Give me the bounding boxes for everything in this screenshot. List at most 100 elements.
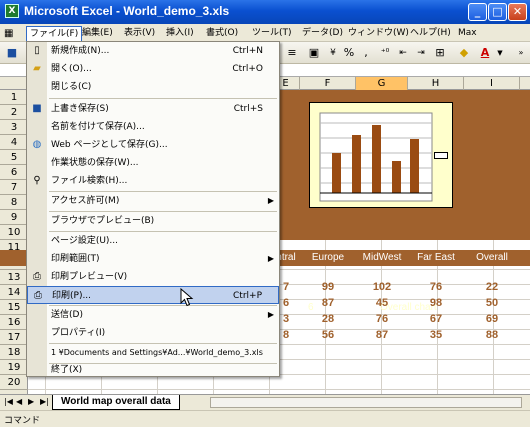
minimize-button[interactable]: _: [468, 3, 487, 21]
row-header[interactable]: 4: [0, 135, 28, 150]
menu-item-exit[interactable]: 終了(X): [27, 364, 279, 376]
menu-file[interactable]: ファイル(F): [26, 26, 83, 42]
row-header[interactable]: 15: [0, 300, 28, 315]
menu-format[interactable]: 書式(O): [206, 26, 238, 41]
menu-item-recent-file[interactable]: 1 ¥Documents and Settings¥Ad...¥World_de…: [27, 344, 279, 362]
row-header[interactable]: 6: [0, 165, 28, 180]
menu-item-save-as-web[interactable]: ◍ Web ページとして保存(G)...: [27, 136, 279, 154]
row-header[interactable]: 17: [0, 330, 28, 345]
fill-color-icon[interactable]: ◆: [456, 45, 472, 61]
table-cell[interactable]: 35: [408, 328, 464, 343]
font-color-dropdown-icon[interactable]: ▼: [496, 45, 504, 61]
font-color-button[interactable]: A: [478, 45, 492, 61]
row-header[interactable]: 5: [0, 150, 28, 165]
table-cell[interactable]: 69: [464, 312, 520, 327]
increase-indent-icon[interactable]: ⇥: [414, 45, 428, 61]
row-header[interactable]: 19: [0, 360, 28, 375]
menu-edit[interactable]: 編集(E): [82, 26, 113, 41]
borders-icon[interactable]: ⊞: [432, 45, 448, 61]
last-sheet-icon[interactable]: ▶|: [40, 397, 49, 406]
comma-button[interactable]: ,: [360, 45, 372, 61]
menu-item-properties[interactable]: プロパティ(I): [27, 324, 279, 342]
menu-item-new[interactable]: ▯ 新規作成(N)... Ctrl+N: [27, 42, 279, 60]
menu-view[interactable]: 表示(V): [124, 26, 155, 41]
horizontal-scrollbar[interactable]: [210, 397, 522, 408]
column-header-F[interactable]: F: [300, 77, 356, 90]
menu-item-save[interactable]: ■ 上書き保存(S) Ctrl+S: [27, 100, 279, 118]
align-right-icon[interactable]: ≡: [284, 45, 300, 61]
workbook-icon[interactable]: ▦: [4, 26, 13, 41]
table-cell[interactable]: 99: [300, 280, 356, 295]
row-header[interactable]: 18: [0, 345, 28, 360]
table-header-cell[interactable]: MidWest: [356, 250, 408, 266]
menu-item-open[interactable]: ▰ 開く(O)... Ctrl+O: [27, 60, 279, 78]
table-cell[interactable]: 87: [300, 296, 356, 311]
column-header-I[interactable]: I: [464, 77, 520, 90]
table-cell[interactable]: 45: [356, 296, 408, 311]
row-header[interactable]: 10: [0, 225, 28, 240]
menu-help[interactable]: ヘルプ(H): [410, 26, 451, 41]
chart-legend[interactable]: [434, 152, 448, 159]
table-cell[interactable]: 87: [356, 328, 408, 343]
column-header-H[interactable]: H: [408, 77, 464, 90]
merge-center-icon[interactable]: ▣: [306, 45, 322, 61]
row-header[interactable]: 7: [0, 180, 28, 195]
menu-max[interactable]: Max: [458, 26, 477, 41]
chart-graphic: [319, 112, 433, 202]
menu-item-page-setup[interactable]: ページ設定(U)...: [27, 232, 279, 250]
menu-tools[interactable]: ツール(T): [252, 26, 292, 41]
column-header-G[interactable]: G: [356, 77, 408, 90]
row-header[interactable]: 13: [0, 270, 28, 285]
row-header[interactable]: 20: [0, 375, 28, 390]
row-header[interactable]: 14: [0, 285, 28, 300]
excel-app-icon[interactable]: X: [5, 4, 19, 18]
sheet-tab-world-map[interactable]: World map overall data: [52, 395, 180, 410]
table-cell[interactable]: 50: [464, 296, 520, 311]
menu-item-file-search[interactable]: ⚲ ファイル検索(H)...: [27, 172, 279, 190]
embedded-chart[interactable]: [309, 102, 453, 208]
increase-decimal-icon[interactable]: ⁺⁰: [378, 45, 392, 61]
table-cell[interactable]: 67: [408, 312, 464, 327]
decrease-indent-icon[interactable]: ⇤: [396, 45, 410, 61]
table-header-cell[interactable]: Europe: [300, 250, 356, 266]
save-icon[interactable]: ■: [4, 45, 20, 61]
table-header-cell[interactable]: Far East: [408, 250, 464, 266]
table-cell[interactable]: 22: [464, 280, 520, 295]
table-cell[interactable]: 76: [356, 312, 408, 327]
row-header[interactable]: 3: [0, 120, 28, 135]
menu-item-permission[interactable]: アクセス許可(M) ▶: [27, 192, 279, 210]
menu-window[interactable]: ウィンドウ(W): [348, 26, 409, 41]
select-all-corner[interactable]: [0, 77, 28, 90]
menu-item-save-workspace[interactable]: 作業状態の保存(W)...: [27, 154, 279, 172]
maximize-button[interactable]: □: [488, 3, 507, 21]
toolbar-options-icon[interactable]: »: [516, 45, 526, 61]
next-sheet-icon[interactable]: ▶: [28, 397, 34, 406]
row-header[interactable]: 1: [0, 90, 28, 105]
row-header[interactable]: 8: [0, 195, 28, 210]
menu-data[interactable]: データ(D): [302, 26, 343, 41]
menu-item-print-area[interactable]: 印刷範囲(T) ▶: [27, 250, 279, 268]
close-button[interactable]: ✕: [508, 3, 527, 21]
menu-item-send[interactable]: 送信(D) ▶: [27, 306, 279, 324]
menu-item-close[interactable]: 閉じる(C): [27, 78, 279, 96]
table-cell[interactable]: 102: [356, 280, 408, 295]
row-header[interactable]: 2: [0, 105, 28, 120]
table-cell[interactable]: 56: [300, 328, 356, 343]
menu-item-label: 印刷(P)...: [52, 291, 92, 301]
currency-icon[interactable]: ¥: [326, 45, 340, 61]
prev-sheet-icon[interactable]: ◀: [16, 397, 22, 406]
percent-button[interactable]: %: [342, 45, 356, 61]
table-header-cell[interactable]: Overall: [464, 250, 520, 266]
table-cell[interactable]: 28: [300, 312, 356, 327]
row-header[interactable]: 16: [0, 315, 28, 330]
table-cell[interactable]: 98: [408, 296, 464, 311]
first-sheet-icon[interactable]: |◀: [4, 397, 13, 406]
menu-item-print[interactable]: ⎙ 印刷(P)... Ctrl+P: [27, 286, 279, 304]
row-header[interactable]: 9: [0, 210, 28, 225]
table-cell[interactable]: 76: [408, 280, 464, 295]
table-cell[interactable]: 88: [464, 328, 520, 343]
menu-item-save-as[interactable]: 名前を付けて保存(A)...: [27, 118, 279, 136]
menu-insert[interactable]: 挿入(I): [166, 26, 194, 41]
menu-item-browser-preview[interactable]: ブラウザでプレビュー(B): [27, 212, 279, 230]
menu-item-print-preview[interactable]: ⎙ 印刷プレビュー(V): [27, 268, 279, 286]
